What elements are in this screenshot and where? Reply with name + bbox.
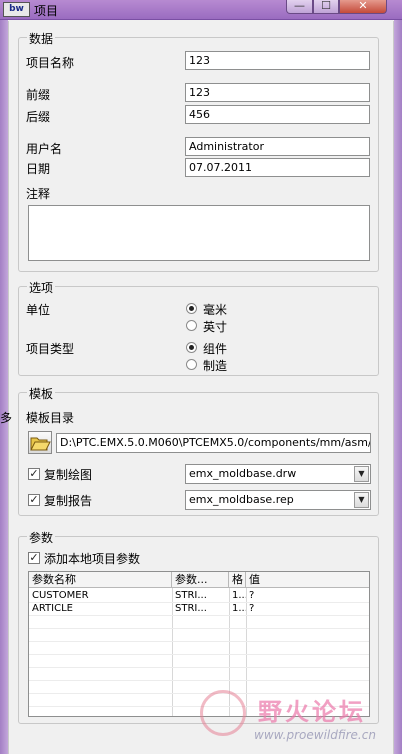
type-assembly-radio[interactable] — [186, 342, 197, 353]
params-group-legend: 参数 — [27, 529, 56, 546]
unit-inch-radio[interactable] — [186, 320, 197, 331]
copy-report-value: emx_moldbase.rep — [189, 493, 294, 506]
template-dir-label: 模板目录 — [26, 411, 75, 425]
title-bar[interactable]: bw 项目 — ☐ ✕ — [0, 0, 402, 20]
window-left-border — [0, 20, 8, 754]
copy-report-checkbox[interactable]: ✓ — [28, 494, 40, 506]
template-group: 模板 模板目录 D:\PTC.EMX.5.0.M060\PTCEMX5.0/co… — [18, 385, 379, 516]
copy-drawing-label[interactable]: 复制绘图 — [44, 466, 92, 483]
project-type-label: 项目类型 — [26, 342, 75, 356]
param-name-cell: CUSTOMER — [32, 590, 89, 601]
param-format-cell: 1... — [232, 590, 246, 601]
param-name-cell: ARTICLE — [32, 603, 73, 614]
data-group: 数据 项目名称 123 前缀 123 后缀 456 用户名 Administra… — [18, 30, 379, 272]
project-name-field[interactable]: 123 — [185, 51, 370, 70]
window-title: 项目 — [34, 4, 59, 18]
table-row[interactable] — [29, 655, 369, 668]
table-row[interactable] — [29, 642, 369, 655]
param-type-cell: STRI... — [175, 590, 207, 601]
table-row[interactable] — [29, 668, 369, 681]
options-group: 选项 单位 毫米 英寸 项目类型 组件 制造 — [18, 279, 379, 376]
username-label: 用户名 — [26, 142, 63, 156]
prefix-field[interactable]: 123 — [185, 83, 370, 102]
column-header[interactable]: 参数名称 — [29, 572, 172, 588]
column-header[interactable]: 参数... — [172, 572, 229, 588]
param-value-cell: ? — [249, 603, 255, 614]
maximize-button[interactable]: ☐ — [313, 0, 339, 14]
copy-drawing-value: emx_moldbase.drw — [189, 467, 297, 480]
date-label: 日期 — [26, 162, 51, 176]
suffix-field[interactable]: 456 — [185, 105, 370, 124]
copy-report-label[interactable]: 复制报告 — [44, 492, 92, 509]
add-local-params-label[interactable]: 添加本地项目参数 — [44, 550, 140, 567]
window-right-border — [394, 20, 402, 754]
table-row[interactable]: ARTICLE STRI... 1... ? — [29, 603, 369, 616]
column-header[interactable]: 值 — [246, 572, 369, 588]
template-group-legend: 模板 — [27, 385, 56, 402]
unit-inch-label[interactable]: 英寸 — [203, 318, 227, 335]
type-manufacturing-label[interactable]: 制造 — [203, 357, 227, 374]
watermark: 野火论坛 www.proewildfire.cn — [200, 690, 390, 752]
chevron-down-icon[interactable]: ▼ — [354, 466, 369, 482]
date-field[interactable]: 07.07.2011 — [185, 158, 370, 177]
notes-textarea[interactable] — [28, 205, 370, 261]
param-format-cell: 1... — [232, 603, 246, 614]
notes-label: 注释 — [26, 187, 51, 201]
copy-report-select[interactable]: emx_moldbase.rep ▼ — [185, 490, 371, 510]
username-field[interactable]: Administrator — [185, 137, 370, 156]
chevron-down-icon[interactable]: ▼ — [354, 492, 369, 508]
close-button[interactable]: ✕ — [339, 0, 387, 14]
browse-folder-button[interactable] — [28, 431, 52, 454]
unit-mm-label[interactable]: 毫米 — [203, 301, 227, 318]
watermark-url: www.proewildfire.cn — [254, 728, 376, 742]
app-icon: bw — [3, 2, 30, 17]
template-dir-field[interactable]: D:\PTC.EMX.5.0.M060\PTCEMX5.0/components… — [56, 433, 371, 453]
param-value-cell: ? — [249, 590, 255, 601]
copy-drawing-select[interactable]: emx_moldbase.drw ▼ — [185, 464, 371, 484]
type-assembly-label[interactable]: 组件 — [203, 340, 227, 357]
table-row[interactable] — [29, 629, 369, 642]
options-group-legend: 选项 — [27, 279, 56, 296]
prefix-label: 前缀 — [26, 88, 51, 102]
unit-mm-radio[interactable] — [186, 303, 197, 314]
watermark-logo-icon — [200, 690, 246, 736]
add-local-params-checkbox[interactable]: ✓ — [28, 552, 40, 564]
watermark-text: 野火论坛 — [258, 698, 366, 726]
suffix-label: 后缀 — [26, 110, 51, 124]
table-row[interactable] — [29, 616, 369, 629]
table-row[interactable]: CUSTOMER STRI... 1... ? — [29, 590, 369, 603]
unit-label: 单位 — [26, 303, 51, 317]
table-header: 参数名称 参数... 格 值 — [29, 572, 369, 588]
param-type-cell: STRI... — [175, 603, 207, 614]
open-folder-icon — [30, 437, 51, 451]
data-group-legend: 数据 — [27, 30, 56, 47]
copy-drawing-checkbox[interactable]: ✓ — [28, 468, 40, 480]
column-header[interactable]: 格 — [229, 572, 246, 588]
project-name-label: 项目名称 — [26, 56, 75, 70]
left-edge-text: 多 — [0, 411, 13, 425]
minimize-button[interactable]: — — [286, 0, 313, 14]
type-manufacturing-radio[interactable] — [186, 359, 197, 370]
